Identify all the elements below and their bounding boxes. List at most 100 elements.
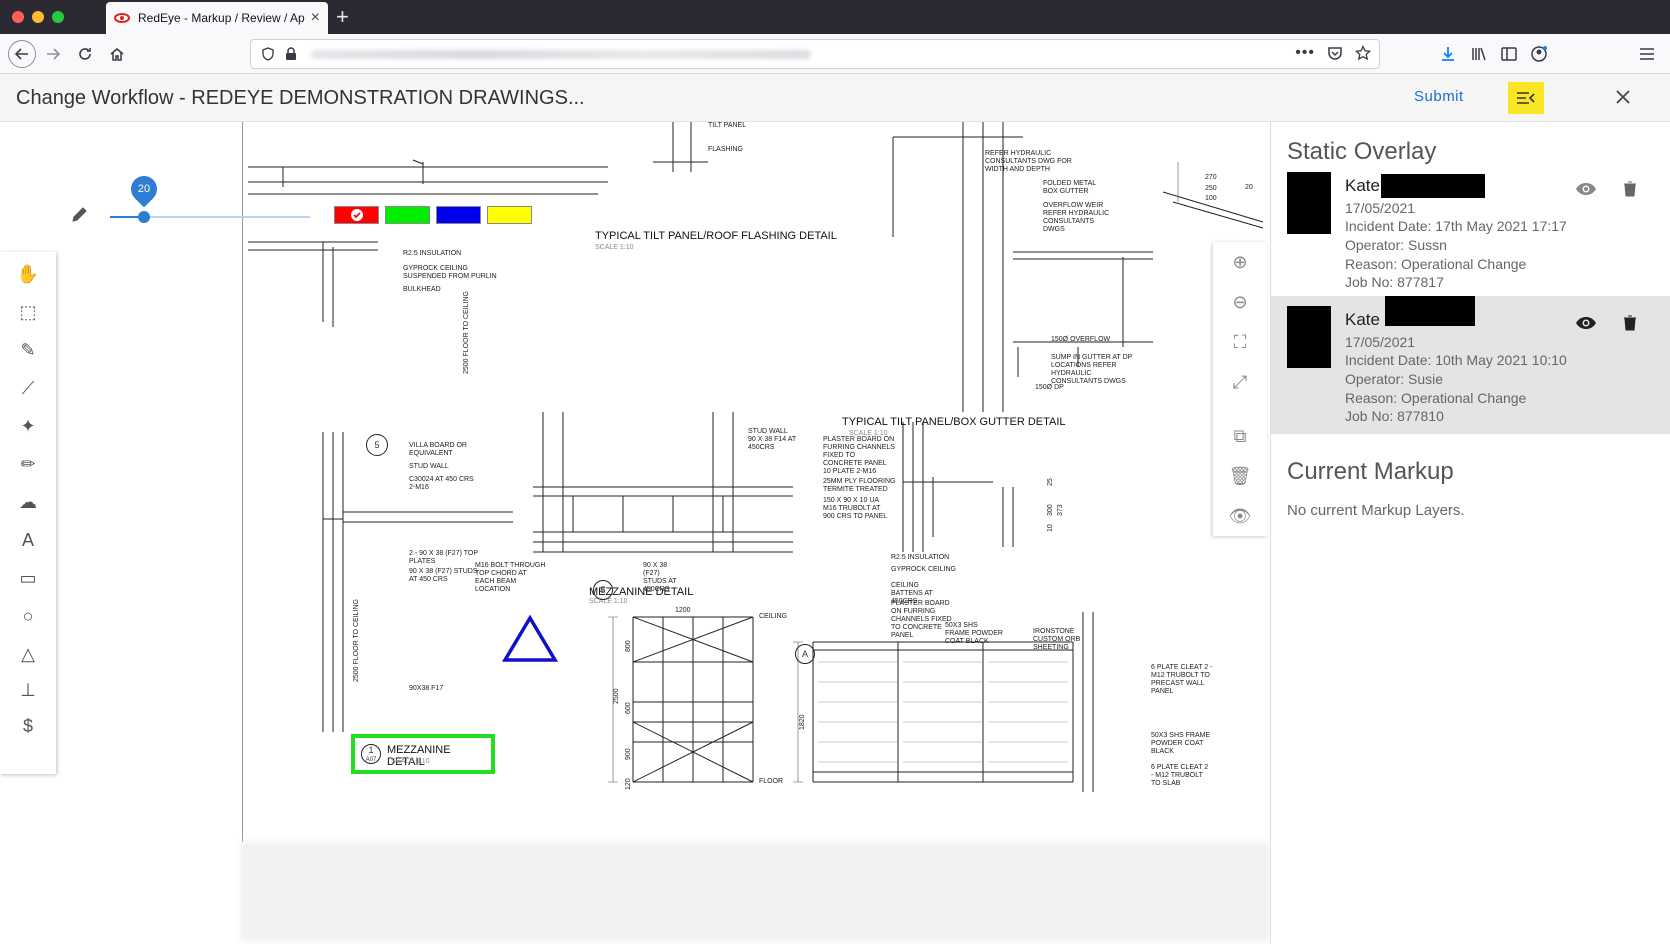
color-swatch[interactable] xyxy=(334,206,379,224)
back-arrow-icon[interactable] xyxy=(8,40,36,68)
dimension-label: 600 xyxy=(625,702,632,714)
drawing-sheet[interactable]: TYPICAL TILT PANEL/ROOF FLASHING DETAIL … xyxy=(242,122,1270,842)
zoom-out-icon[interactable]: ⊖ xyxy=(1213,282,1267,322)
hamburger-menu-icon[interactable] xyxy=(1634,41,1660,67)
overlay-surname-redacted xyxy=(1381,174,1485,198)
pen-size-slider-thumb[interactable] xyxy=(138,211,150,223)
drawing-label: R2.5 INSULATION xyxy=(403,250,462,257)
dimension-label: 250 xyxy=(1205,185,1217,192)
cloud-icon[interactable]: ☁ xyxy=(14,488,42,516)
overlay-item[interactable]: Kate 17/05/2021 Incident Date: 17th May … xyxy=(1271,162,1670,300)
overlay-date: 17/05/2021 xyxy=(1345,200,1416,216)
window-minimize-button[interactable] xyxy=(32,11,44,23)
overlay-operator: Operator: Sussn xyxy=(1345,237,1447,253)
drawing-label: TILT PANEL xyxy=(708,122,747,129)
drawing-label: 6 PLATE CLEAT 2 - M12 TRUBOLT TO SLAB xyxy=(1151,764,1209,788)
drawing-label: IRONSTONE CUSTOM ORB SHEETING xyxy=(1033,628,1081,652)
section-ref-bubble: 5 xyxy=(593,580,613,600)
detail-scale: SCALE 1:10 xyxy=(589,598,628,605)
browser-tab-bar: RedEye - Markup / Review / App × + xyxy=(0,0,1670,34)
panel-toggle-button[interactable] xyxy=(1508,82,1544,114)
copy-icon[interactable]: ⧉ xyxy=(1213,416,1267,456)
shield-icon[interactable] xyxy=(261,47,275,61)
zoom-in-icon[interactable]: ⊕ xyxy=(1213,242,1267,282)
trash-icon[interactable] xyxy=(1617,176,1643,202)
app-header: Change Workflow - REDEYE DEMONSTRATION D… xyxy=(0,74,1670,122)
browser-tab-active[interactable]: RedEye - Markup / Review / App × xyxy=(106,2,328,34)
color-swatch[interactable] xyxy=(436,206,481,224)
markup-rectangle[interactable]: 1 A07 MEZZANINE DETAIL SCALE 1:10 xyxy=(351,734,495,774)
account-icon[interactable] xyxy=(1526,41,1552,67)
forward-arrow-icon[interactable] xyxy=(40,41,66,67)
rectangle-icon[interactable]: ▭ xyxy=(14,564,42,592)
close-icon[interactable] xyxy=(1610,84,1636,110)
drawing-label: OVERFLOW WEIR REFER HYDRAULIC CONSULTANT… xyxy=(1043,202,1110,234)
expand-icon[interactable]: ⤢ xyxy=(1213,362,1267,402)
markup-triangle[interactable] xyxy=(501,614,559,664)
eye-icon[interactable] xyxy=(1573,310,1599,336)
select-rect-icon[interactable]: ⬚ xyxy=(14,298,42,326)
sidebar-icon[interactable] xyxy=(1496,41,1522,67)
trash-icon[interactable] xyxy=(1617,310,1643,336)
drawing-label: REFER HYDRAULIC CONSULTANTS DWG FOR WIDT… xyxy=(985,150,1072,174)
overlay-user-name: Kate xyxy=(1345,310,1380,329)
tab-close-icon[interactable]: × xyxy=(311,9,320,27)
line-icon[interactable]: ⟋ xyxy=(14,374,42,402)
trash-icon[interactable]: 🗑 xyxy=(1213,456,1267,496)
drawing-canvas[interactable]: TYPICAL TILT PANEL/ROOF FLASHING DETAIL … xyxy=(0,122,1270,944)
pencil-options-icon xyxy=(70,204,90,229)
drawing-label: 150Ø DP xyxy=(1035,384,1064,391)
window-zoom-button[interactable] xyxy=(52,11,64,23)
more-dots-icon[interactable]: ••• xyxy=(1295,44,1315,62)
dimension-label: 270 xyxy=(1205,174,1217,181)
dimension-label: 900 xyxy=(625,748,632,760)
dimension-label: 20 xyxy=(1245,184,1253,191)
drawing-label: CEILING xyxy=(759,613,788,620)
section-ref-number: 5 xyxy=(600,585,606,595)
dollar-icon[interactable]: $ xyxy=(14,712,42,740)
drawing-label: 2 - 90 x 38 (F27) TOP PLATES xyxy=(409,550,478,566)
lock-icon[interactable] xyxy=(285,47,297,61)
menu-collapse-icon xyxy=(1517,92,1535,104)
pocket-icon[interactable] xyxy=(1327,45,1343,61)
eye-icon[interactable] xyxy=(1573,176,1599,202)
pan-hand-icon[interactable]: ✋ xyxy=(14,260,42,288)
detail-ref-bubble: 1 A07 xyxy=(361,744,381,764)
color-swatch[interactable] xyxy=(487,206,532,224)
detail-ref-sheet: A07 xyxy=(365,757,377,763)
circle-icon[interactable]: ○ xyxy=(14,602,42,630)
triangle-icon[interactable]: △ xyxy=(14,640,42,668)
drawing-label: 2500 FLOOR TO CEILING xyxy=(353,599,360,682)
new-tab-button[interactable]: + xyxy=(336,4,349,30)
download-icon[interactable] xyxy=(1435,41,1461,67)
left-toolbar: ✋ ⬚ ✎ ⟋ ✦ ✏ ☁ A ▭ ○ △ ⊥ $ xyxy=(0,252,56,774)
drawing-label: 25mm PLY FLOORING TERMITE TREATED xyxy=(823,478,896,494)
drawing-label: 150 x 90 x 10 UA M16 TRUBOLT AT 900 CRS … xyxy=(823,497,888,521)
url-bar[interactable]: ••• xyxy=(250,39,1380,69)
overlay-reason: Reason: Operational Change xyxy=(1345,256,1527,272)
color-swatch[interactable] xyxy=(385,206,430,224)
highlighter-icon[interactable]: ✏ xyxy=(14,450,42,478)
eye-icon[interactable]: 👁 xyxy=(1213,496,1267,536)
section-ref-letter: A xyxy=(801,649,808,659)
dimension-label: 10 xyxy=(1047,524,1054,532)
library-icon[interactable] xyxy=(1466,41,1492,67)
detail-title: TYPICAL TILT PANEL/ROOF FLASHING DETAIL xyxy=(595,230,837,242)
overlay-reason: Reason: Operational Change xyxy=(1345,390,1527,406)
submit-button[interactable]: Submit xyxy=(1414,88,1464,105)
right-toolbar: ⊕ ⊖ ⛶ ⤢ ⧉ 🗑 👁 xyxy=(1213,242,1267,536)
home-icon[interactable] xyxy=(104,41,130,67)
pencil-icon[interactable]: ✎ xyxy=(14,336,42,364)
magic-wand-icon[interactable]: ✦ xyxy=(14,412,42,440)
stamp-icon[interactable]: ⊥ xyxy=(14,676,42,704)
reload-icon[interactable] xyxy=(72,41,98,67)
fit-to-screen-icon[interactable]: ⛶ xyxy=(1213,322,1267,362)
drawing-label: SUMP IN GUTTER AT DP LOCATIONS REFER HYD… xyxy=(1051,354,1133,386)
star-icon[interactable] xyxy=(1355,45,1371,61)
dimension-label: 2500 xyxy=(613,688,620,704)
toolbar-separator xyxy=(1213,402,1267,416)
text-icon[interactable]: A xyxy=(14,526,42,554)
overlay-item-selected[interactable]: Kate 17/05/2021 Incident Date: 10th May … xyxy=(1271,296,1670,434)
drawing-label: STUD WALL 90 x 38 F14 AT 450CRS xyxy=(748,428,796,452)
window-close-button[interactable] xyxy=(12,11,24,23)
